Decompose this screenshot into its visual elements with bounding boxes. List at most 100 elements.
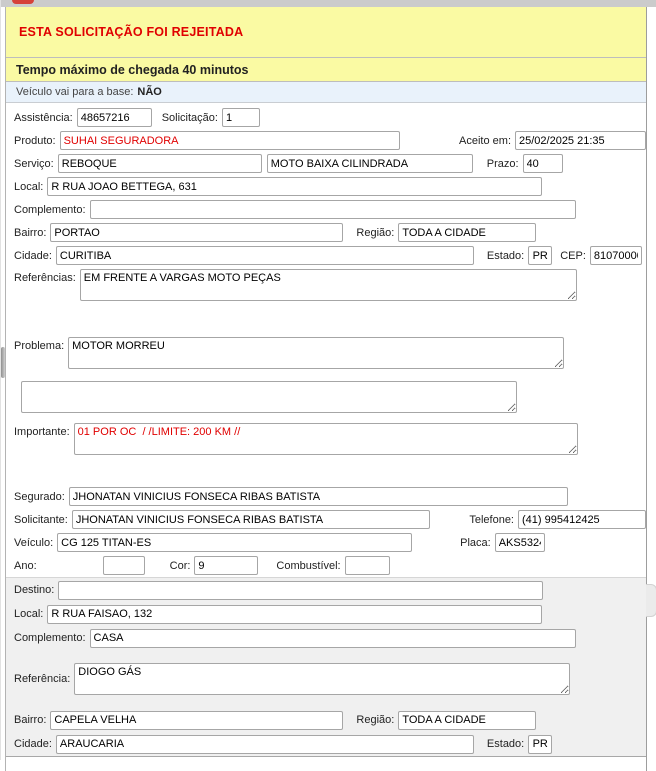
row-solicitante: Solicitante: Telefone: — [6, 508, 646, 531]
problema-extra-textarea[interactable] — [21, 381, 517, 413]
rejected-banner-text: ESTA SOLICITAÇÃO FOI REJEITADA — [19, 25, 243, 39]
right-panel-notch[interactable] — [646, 584, 656, 617]
destino-input[interactable] — [58, 581, 543, 600]
estado-origem-label: Estado: — [487, 250, 524, 262]
row-cidade-destino: Cidade: Estado: — [6, 732, 646, 756]
solicitacao-input[interactable] — [222, 108, 260, 127]
row-destino: Destino: — [6, 578, 646, 602]
problema-label: Problema: — [14, 340, 64, 352]
estado-destino-input[interactable] — [528, 735, 552, 754]
vehicle-to-base-label: Veículo vai para a base: — [16, 86, 133, 98]
window-top-strip — [1, 0, 656, 7]
row-assistencia: Assistência: Solicitação: — [6, 106, 646, 129]
row-complemento-origem: Complemento: — [6, 198, 646, 221]
main-panel: ESTA SOLICITAÇÃO FOI REJEITADA Tempo máx… — [5, 7, 647, 771]
servico-tipo-input[interactable] — [267, 154, 473, 173]
rejected-banner: ESTA SOLICITAÇÃO FOI REJEITADA — [6, 7, 646, 58]
complemento-origem-input[interactable] — [90, 200, 576, 219]
regiao-origem-input[interactable] — [398, 223, 536, 242]
cor-label: Cor: — [170, 560, 191, 572]
local-destino-input[interactable] — [47, 605, 542, 624]
bairro-origem-input[interactable] — [50, 223, 343, 242]
row-referencias: Referências: EM FRENTE A VARGAS MOTO PEÇ… — [6, 267, 646, 335]
left-scrollbar-thumb[interactable] — [1, 347, 5, 378]
row-complemento-destino: Complemento: — [6, 626, 646, 650]
assistencia-label: Assistência: — [14, 112, 73, 124]
regiao-origem-label: Região: — [356, 227, 394, 239]
servico-label: Serviço: — [14, 158, 54, 170]
row-ano-cor-combustivel: Ano: Cor: Combustível: — [6, 554, 646, 577]
local-origem-input[interactable] — [47, 177, 542, 196]
solicitation-page: ESTA SOLICITAÇÃO FOI REJEITADA Tempo máx… — [0, 0, 656, 760]
aceito-em-input[interactable] — [515, 131, 646, 150]
destination-form-section: Destino: Local: Complemento: Referência:… — [6, 577, 646, 757]
row-referencia-destino: Referência: DIOGO GÁS — [6, 650, 646, 708]
row-local-origem: Local: — [6, 175, 646, 198]
combustivel-input[interactable] — [345, 556, 390, 575]
complemento-destino-label: Complemento: — [14, 632, 86, 644]
veiculo-label: Veículo: — [14, 537, 53, 549]
row-cidade-origem: Cidade: Estado: CEP: — [6, 244, 646, 267]
bairro-destino-label: Bairro: — [14, 714, 46, 726]
placa-input[interactable] — [495, 533, 545, 552]
cep-label: CEP: — [560, 250, 586, 262]
local-origem-label: Local: — [14, 181, 43, 193]
local-destino-label: Local: — [14, 608, 43, 620]
row-problema: Problema: MOTOR MORREU — [6, 335, 646, 379]
placa-label: Placa: — [460, 537, 491, 549]
red-tab-icon — [12, 0, 34, 4]
segurado-input[interactable] — [69, 487, 568, 506]
veiculo-input[interactable] — [57, 533, 412, 552]
ano-input[interactable] — [103, 556, 145, 575]
cidade-origem-input[interactable] — [56, 246, 474, 265]
referencias-textarea[interactable]: EM FRENTE A VARGAS MOTO PEÇAS — [80, 269, 577, 301]
complemento-origem-label: Complemento: — [14, 204, 86, 216]
produto-label: Produto: — [14, 135, 56, 147]
combustivel-label: Combustível: — [276, 560, 340, 572]
row-bairro-origem: Bairro: Região: — [6, 221, 646, 244]
prazo-label: Prazo: — [487, 158, 519, 170]
referencia-destino-textarea[interactable]: DIOGO GÁS — [74, 663, 570, 695]
cep-input[interactable] — [590, 246, 642, 265]
estado-origem-input[interactable] — [528, 246, 552, 265]
importante-label: Importante: — [14, 426, 70, 438]
solicitacao-label: Solicitação: — [162, 112, 218, 124]
solicitante-input[interactable] — [72, 510, 430, 529]
produto-input[interactable] — [60, 131, 400, 150]
vehicle-to-base-value: NÃO — [137, 86, 161, 98]
bottom-spacer — [6, 757, 646, 771]
cidade-origem-label: Cidade: — [14, 250, 52, 262]
row-bairro-destino: Bairro: Região: — [6, 708, 646, 732]
regiao-destino-input[interactable] — [398, 711, 536, 730]
solicitante-label: Solicitante: — [14, 514, 68, 526]
regiao-destino-label: Região: — [356, 714, 394, 726]
destino-label: Destino: — [14, 584, 54, 596]
referencias-label: Referências: — [14, 272, 76, 284]
row-segurado: Segurado: — [6, 485, 646, 508]
prazo-input[interactable] — [523, 154, 563, 173]
segurado-label: Segurado: — [14, 491, 65, 503]
row-veiculo: Veículo: Placa: — [6, 531, 646, 554]
cidade-destino-label: Cidade: — [14, 738, 52, 750]
estado-destino-label: Estado: — [487, 738, 524, 750]
problema-textarea[interactable]: MOTOR MORREU — [68, 337, 564, 369]
bairro-origem-label: Bairro: — [14, 227, 46, 239]
referencia-destino-label: Referência: — [14, 673, 70, 685]
max-arrival-time-text: Tempo máximo de chegada 40 minutos — [16, 63, 248, 77]
cidade-destino-input[interactable] — [56, 735, 474, 754]
vehicle-to-base-bar: Veículo vai para a base: NÃO — [6, 82, 646, 103]
assistencia-input[interactable] — [77, 108, 152, 127]
origin-form-section: Assistência: Solicitação: Produto: Aceit… — [6, 103, 646, 577]
complemento-destino-input[interactable] — [90, 629, 576, 648]
max-arrival-time-banner: Tempo máximo de chegada 40 minutos — [6, 58, 646, 82]
row-produto: Produto: Aceito em: — [6, 129, 646, 152]
importante-textarea[interactable]: 01 POR OC / /LIMITE: 200 KM // — [74, 423, 578, 455]
row-local-destino: Local: — [6, 602, 646, 626]
bairro-destino-input[interactable] — [50, 711, 343, 730]
ano-label: Ano: — [14, 560, 37, 572]
telefone-label: Telefone: — [469, 514, 514, 526]
servico-input[interactable] — [58, 154, 262, 173]
cor-input[interactable] — [194, 556, 258, 575]
telefone-input[interactable] — [518, 510, 646, 529]
row-problema-extra — [6, 379, 646, 421]
